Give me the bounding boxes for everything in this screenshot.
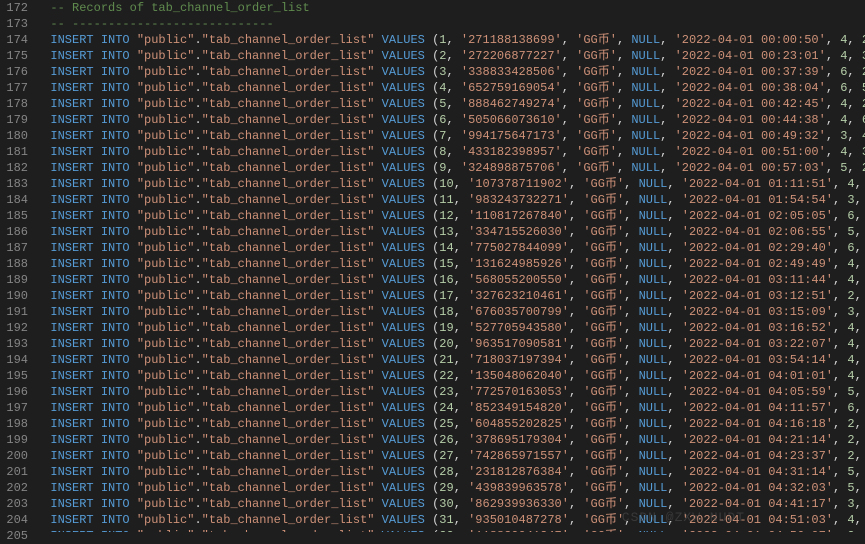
line-number: 194 xyxy=(4,352,28,368)
line-number: 196 xyxy=(4,384,28,400)
code-line[interactable]: INSERT INTO "public"."tab_channel_order_… xyxy=(36,96,865,112)
line-number: 201 xyxy=(4,464,28,480)
code-line[interactable]: -- ---------------------------- xyxy=(36,16,865,32)
code-line[interactable]: INSERT INTO "public"."tab_channel_order_… xyxy=(36,224,865,240)
code-line[interactable]: INSERT INTO "public"."tab_channel_order_… xyxy=(36,416,865,432)
code-line[interactable]: INSERT INTO "public"."tab_channel_order_… xyxy=(36,272,865,288)
line-number: 192 xyxy=(4,320,28,336)
code-line[interactable]: INSERT INTO "public"."tab_channel_order_… xyxy=(36,304,865,320)
line-number: 187 xyxy=(4,240,28,256)
line-number: 188 xyxy=(4,256,28,272)
code-line[interactable]: INSERT INTO "public"."tab_channel_order_… xyxy=(36,48,865,64)
code-line[interactable]: INSERT INTO "public"."tab_channel_order_… xyxy=(36,112,865,128)
line-number: 205 xyxy=(4,528,28,544)
code-line[interactable]: INSERT INTO "public"."tab_channel_order_… xyxy=(36,432,865,448)
code-line[interactable]: INSERT INTO "public"."tab_channel_order_… xyxy=(36,336,865,352)
code-line[interactable]: -- Records of tab_channel_order_list xyxy=(36,0,865,16)
line-number: 180 xyxy=(4,128,28,144)
line-number: 184 xyxy=(4,192,28,208)
code-line[interactable]: INSERT INTO "public"."tab_channel_order_… xyxy=(36,512,865,528)
code-line[interactable]: INSERT INTO "public"."tab_channel_order_… xyxy=(36,64,865,80)
line-number: 198 xyxy=(4,416,28,432)
line-number: 176 xyxy=(4,64,28,80)
line-number: 177 xyxy=(4,80,28,96)
code-area[interactable]: -- Records of tab_channel_order_list -- … xyxy=(36,0,865,532)
line-number: 179 xyxy=(4,112,28,128)
code-line[interactable]: INSERT INTO "public"."tab_channel_order_… xyxy=(36,80,865,96)
line-number: 182 xyxy=(4,160,28,176)
code-line[interactable]: INSERT INTO "public"."tab_channel_order_… xyxy=(36,240,865,256)
code-line[interactable]: INSERT INTO "public"."tab_channel_order_… xyxy=(36,192,865,208)
line-number: 193 xyxy=(4,336,28,352)
code-line[interactable]: INSERT INTO "public"."tab_channel_order_… xyxy=(36,320,865,336)
line-number: 173 xyxy=(4,16,28,32)
line-number: 183 xyxy=(4,176,28,192)
code-line[interactable]: INSERT INTO "public"."tab_channel_order_… xyxy=(36,160,865,176)
line-number: 186 xyxy=(4,224,28,240)
code-editor[interactable]: 1721731741751761771781791801811821831841… xyxy=(0,0,865,532)
code-line[interactable]: INSERT INTO "public"."tab_channel_order_… xyxy=(36,288,865,304)
line-number: 185 xyxy=(4,208,28,224)
code-line[interactable]: INSERT INTO "public"."tab_channel_order_… xyxy=(36,32,865,48)
line-number-gutter: 1721731741751761771781791801811821831841… xyxy=(0,0,36,532)
line-number: 178 xyxy=(4,96,28,112)
code-line[interactable]: INSERT INTO "public"."tab_channel_order_… xyxy=(36,496,865,512)
code-line[interactable]: INSERT INTO "public"."tab_channel_order_… xyxy=(36,528,865,532)
line-number: 174 xyxy=(4,32,28,48)
code-line[interactable]: INSERT INTO "public"."tab_channel_order_… xyxy=(36,208,865,224)
code-line[interactable]: INSERT INTO "public"."tab_channel_order_… xyxy=(36,144,865,160)
line-number: 181 xyxy=(4,144,28,160)
code-line[interactable]: INSERT INTO "public"."tab_channel_order_… xyxy=(36,352,865,368)
line-number: 202 xyxy=(4,480,28,496)
line-number: 203 xyxy=(4,496,28,512)
line-number: 197 xyxy=(4,400,28,416)
line-number: 204 xyxy=(4,512,28,528)
code-line[interactable]: INSERT INTO "public"."tab_channel_order_… xyxy=(36,368,865,384)
code-line[interactable]: INSERT INTO "public"."tab_channel_order_… xyxy=(36,464,865,480)
code-line[interactable]: INSERT INTO "public"."tab_channel_order_… xyxy=(36,480,865,496)
code-line[interactable]: INSERT INTO "public"."tab_channel_order_… xyxy=(36,128,865,144)
line-number: 200 xyxy=(4,448,28,464)
line-number: 175 xyxy=(4,48,28,64)
code-line[interactable]: INSERT INTO "public"."tab_channel_order_… xyxy=(36,256,865,272)
code-line[interactable]: INSERT INTO "public"."tab_channel_order_… xyxy=(36,448,865,464)
line-number: 190 xyxy=(4,288,28,304)
line-number: 172 xyxy=(4,0,28,16)
code-line[interactable]: INSERT INTO "public"."tab_channel_order_… xyxy=(36,400,865,416)
line-number: 189 xyxy=(4,272,28,288)
line-number: 195 xyxy=(4,368,28,384)
line-number: 191 xyxy=(4,304,28,320)
code-line[interactable]: INSERT INTO "public"."tab_channel_order_… xyxy=(36,176,865,192)
line-number: 199 xyxy=(4,432,28,448)
code-line[interactable]: INSERT INTO "public"."tab_channel_order_… xyxy=(36,384,865,400)
